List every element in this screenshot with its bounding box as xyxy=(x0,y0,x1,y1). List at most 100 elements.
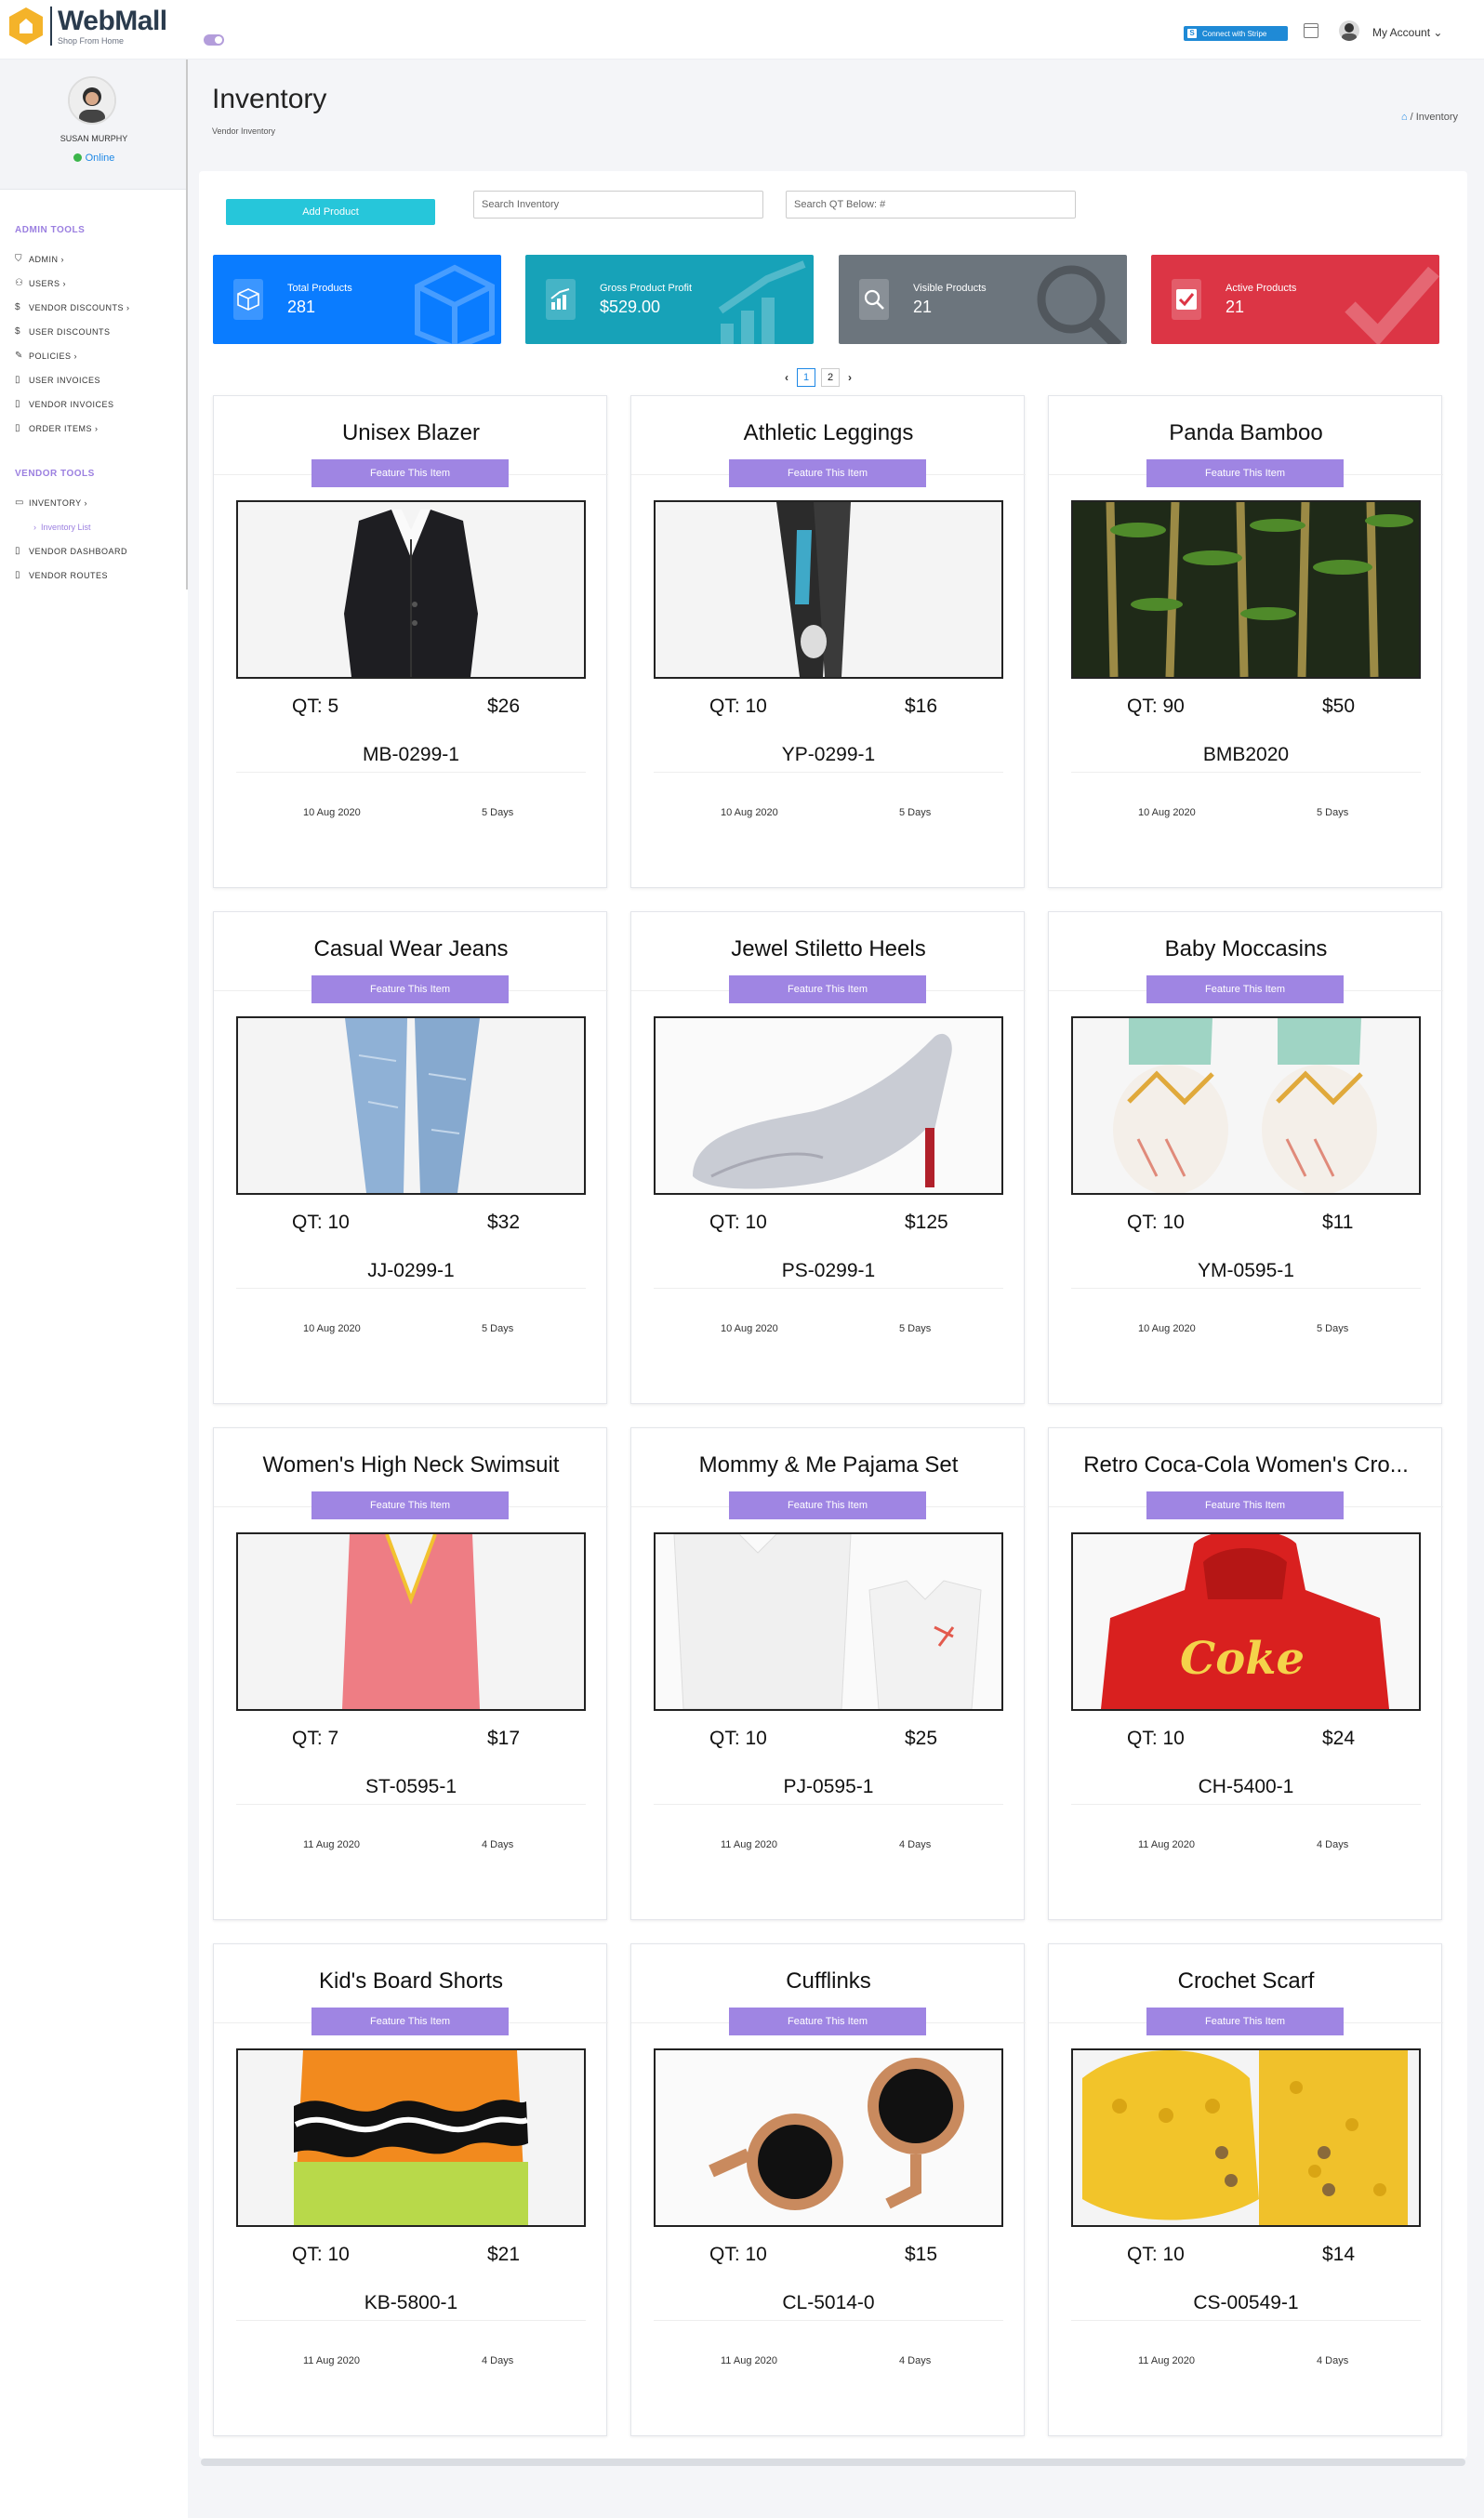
product-sku: BMB2020 xyxy=(1202,744,1290,765)
breadcrumb-current: Inventory xyxy=(1415,112,1458,123)
product-card[interactable]: Baby Moccasins Feature This Item QT: 10 … xyxy=(1048,911,1443,1404)
hexagon-logo-icon xyxy=(9,7,43,45)
product-image[interactable] xyxy=(654,1532,1003,1711)
product-card[interactable]: Crochet Scarf Feature This Item QT: 10 $… xyxy=(1048,1943,1443,2436)
brand-logo[interactable]: WebMall Shop From Home xyxy=(7,6,167,46)
product-sku: ST-0595-1 xyxy=(364,1776,457,1797)
product-card[interactable]: Women's High Neck Swimsuit Feature This … xyxy=(213,1427,608,1920)
sidebar-item-admin[interactable]: ⛉ ADMIN › xyxy=(15,255,64,265)
product-date: 11 Aug 2020 xyxy=(1138,2355,1195,2366)
chevron-left-icon[interactable]: ‹ xyxy=(779,371,794,384)
feature-item-button[interactable]: Feature This Item xyxy=(729,459,926,487)
product-qty: QT: 10 xyxy=(709,2244,767,2265)
pen-icon: ✎ xyxy=(15,351,23,361)
page-1-button[interactable]: 1 xyxy=(797,368,815,387)
product-card[interactable]: Athletic Leggings Feature This Item QT: … xyxy=(630,395,1026,888)
feature-item-button[interactable]: Feature This Item xyxy=(729,975,926,1003)
product-sku: PJ-0595-1 xyxy=(783,1776,874,1797)
product-image[interactable] xyxy=(236,1016,586,1195)
product-date: 11 Aug 2020 xyxy=(1138,1839,1195,1850)
feature-item-button[interactable]: Feature This Item xyxy=(1146,975,1344,1003)
sidebar-item-vendor-discounts[interactable]: $ VENDOR DISCOUNTS › xyxy=(15,302,130,313)
product-date: 11 Aug 2020 xyxy=(303,1839,360,1850)
product-card[interactable]: Casual Wear Jeans Feature This Item QT: … xyxy=(213,911,608,1404)
product-name: Women's High Neck Swimsuit xyxy=(262,1452,560,1478)
product-card[interactable]: Panda Bamboo Feature This Item QT: 90 $5… xyxy=(1048,395,1443,888)
product-name: Casual Wear Jeans xyxy=(313,936,509,961)
dollar-icon: $ xyxy=(15,302,21,312)
product-sku: YM-0595-1 xyxy=(1198,1260,1294,1281)
product-age: 5 Days xyxy=(899,807,932,818)
sidebar-item-vendor-routes[interactable]: ▯ VENDOR ROUTES xyxy=(15,571,108,581)
chevron-down-icon: ⌄ xyxy=(1433,26,1443,39)
product-image[interactable] xyxy=(236,2048,586,2227)
stripe-icon: S xyxy=(1187,29,1197,38)
product-image[interactable]: Coke xyxy=(1071,1532,1421,1711)
theme-toggle[interactable] xyxy=(204,34,224,46)
product-qty: QT: 10 xyxy=(709,696,767,717)
product-card[interactable]: Kid's Board Shorts Feature This Item QT:… xyxy=(213,1943,608,2436)
user-status: Online xyxy=(0,152,188,164)
feature-item-button[interactable]: Feature This Item xyxy=(311,975,509,1003)
sidebar-item-vendor-dashboard[interactable]: ▯ VENDOR DASHBOARD xyxy=(15,547,127,557)
sidebar-item-vendor-invoices[interactable]: ▯ VENDOR INVOICES xyxy=(15,400,114,410)
product-image[interactable] xyxy=(1071,2048,1421,2227)
feature-item-button[interactable]: Feature This Item xyxy=(311,2008,509,2035)
avatar[interactable] xyxy=(1339,20,1359,41)
home-icon[interactable]: ⌂ xyxy=(1401,112,1408,123)
chevron-right-icon[interactable]: › xyxy=(842,371,857,384)
feature-item-button[interactable]: Feature This Item xyxy=(1146,1491,1344,1519)
product-date: 10 Aug 2020 xyxy=(721,807,778,818)
feature-item-button[interactable]: Feature This Item xyxy=(1146,459,1344,487)
page-subtitle: Vendor Inventory xyxy=(212,126,276,136)
feature-item-button[interactable]: Feature This Item xyxy=(311,459,509,487)
product-image[interactable] xyxy=(1071,500,1421,679)
calendar-icon[interactable] xyxy=(1304,23,1318,38)
product-date: 11 Aug 2020 xyxy=(721,2355,777,2366)
horizontal-scrollbar[interactable] xyxy=(201,2458,1465,2466)
sidebar-item-policies[interactable]: ✎ POLICIES › xyxy=(15,351,77,362)
sidebar-item-users[interactable]: ⚇ USERS › xyxy=(15,279,66,289)
product-image[interactable] xyxy=(236,1532,586,1711)
feature-item-button[interactable]: Feature This Item xyxy=(729,2008,926,2035)
connect-stripe-button[interactable]: S Connect with Stripe xyxy=(1184,26,1288,41)
sidebar-item-inventory[interactable]: ▭ INVENTORY › xyxy=(15,498,87,509)
sidebar-item-user-discounts[interactable]: $ USER DISCOUNTS xyxy=(15,327,111,338)
product-sku: JJ-0299-1 xyxy=(367,1260,455,1281)
product-card[interactable]: Jewel Stiletto Heels Feature This Item Q… xyxy=(630,911,1026,1404)
product-card[interactable]: Unisex Blazer Feature This Item QT: 5 $2… xyxy=(213,395,608,888)
product-date: 10 Aug 2020 xyxy=(303,807,361,818)
sidebar-avatar[interactable] xyxy=(68,76,116,125)
feature-item-button[interactable]: Feature This Item xyxy=(1146,2008,1344,2035)
product-image[interactable] xyxy=(654,1016,1003,1195)
search-icon xyxy=(859,279,889,320)
product-price: $24 xyxy=(1322,1728,1356,1749)
sidebar-subitem-inventory-list[interactable]: › Inventory List xyxy=(33,523,91,532)
product-qty: QT: 10 xyxy=(292,2244,350,2265)
feature-item-button[interactable]: Feature This Item xyxy=(729,1491,926,1519)
sidebar-item-order-items[interactable]: ▯ ORDER ITEMS › xyxy=(15,424,99,434)
product-image[interactable] xyxy=(654,2048,1003,2227)
feature-item-button[interactable]: Feature This Item xyxy=(311,1491,509,1519)
product-image[interactable] xyxy=(236,500,586,679)
product-name: Kid's Board Shorts xyxy=(318,1968,503,1994)
my-account-menu[interactable]: My Account ⌄ xyxy=(1372,26,1442,39)
search-inventory-input[interactable]: Search Inventory xyxy=(473,191,763,219)
sidebar: SUSAN MURPHY Online ADMIN TOOLS ⛉ ADMIN ›… xyxy=(0,60,189,2518)
product-image[interactable] xyxy=(654,500,1003,679)
product-card[interactable]: Mommy & Me Pajama Set Feature This Item … xyxy=(630,1427,1026,1920)
product-date: 10 Aug 2020 xyxy=(721,1323,778,1334)
product-qty: QT: 10 xyxy=(1127,1212,1185,1233)
page-2-button[interactable]: 2 xyxy=(821,368,840,387)
product-image[interactable] xyxy=(1071,1016,1421,1195)
sidebar-item-user-invoices[interactable]: ▯ USER INVOICES xyxy=(15,376,100,386)
product-name: Jewel Stiletto Heels xyxy=(731,936,926,961)
product-date: 10 Aug 2020 xyxy=(303,1323,361,1334)
product-price: $26 xyxy=(487,696,521,717)
product-sku: YP-0299-1 xyxy=(781,744,876,765)
product-card[interactable]: Retro Coca-Cola Women's Cro... Feature T… xyxy=(1048,1427,1443,1920)
product-card[interactable]: Cufflinks Feature This Item QT: 10 $15 C… xyxy=(630,1943,1026,2436)
add-product-button[interactable]: Add Product xyxy=(226,199,435,225)
product-price: $15 xyxy=(905,2244,938,2265)
search-qt-input[interactable]: Search QT Below: # xyxy=(786,191,1076,219)
